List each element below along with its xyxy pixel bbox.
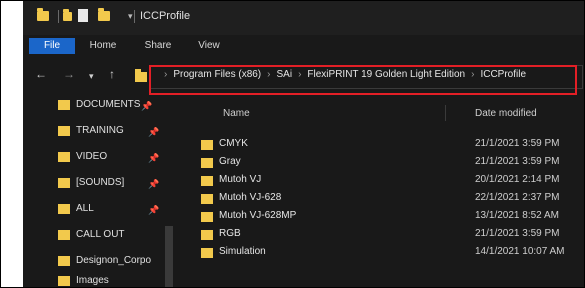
folder-icon bbox=[201, 158, 213, 168]
column-header-date-modified[interactable]: Date modified bbox=[475, 108, 537, 119]
annotation-highlight-box bbox=[149, 65, 577, 95]
table-row[interactable]: Simulation 14/1/2021 10:07 AM bbox=[201, 244, 581, 264]
sidebar-item-label: TRAINING bbox=[76, 125, 124, 136]
sidebar-item-label: ALL bbox=[76, 203, 94, 214]
folder-icon bbox=[135, 69, 147, 82]
tab-share[interactable]: Share bbox=[138, 38, 178, 54]
folder-icon bbox=[58, 230, 70, 240]
folder-icon bbox=[201, 230, 213, 240]
pin-icon[interactable]: 📌 bbox=[148, 205, 159, 216]
document-icon[interactable] bbox=[78, 9, 88, 22]
table-row[interactable]: Mutoh VJ-628 22/1/2021 2:37 PM bbox=[201, 190, 581, 210]
file-list: Name Date modified CMYK 21/1/2021 3:59 P… bbox=[173, 93, 584, 287]
chevron-down-icon[interactable]: ▾ bbox=[128, 11, 133, 22]
folder-icon bbox=[37, 8, 49, 21]
file-name: CMYK bbox=[219, 138, 248, 149]
sidebar-item-label: CALL OUT bbox=[76, 229, 125, 240]
table-row[interactable]: Mutoh VJ 20/1/2021 2:14 PM bbox=[201, 172, 581, 192]
title-bar-divider bbox=[134, 10, 135, 23]
pin-icon[interactable]: 📌 bbox=[141, 101, 152, 112]
pin-icon[interactable]: 📌 bbox=[148, 127, 159, 138]
properties-icon[interactable] bbox=[63, 9, 72, 21]
file-name: RGB bbox=[219, 228, 241, 239]
sidebar-item-label: VIDEO bbox=[76, 151, 108, 162]
folder-icon bbox=[201, 212, 213, 222]
folder-icon bbox=[58, 178, 70, 188]
tab-file[interactable]: File bbox=[29, 38, 75, 54]
file-name: Mutoh VJ-628 bbox=[219, 192, 282, 203]
column-divider[interactable] bbox=[445, 105, 446, 121]
folder-icon bbox=[58, 152, 70, 162]
file-date: 22/1/2021 2:37 PM bbox=[475, 192, 560, 203]
column-header-name[interactable]: Name bbox=[223, 108, 250, 119]
back-arrow-icon[interactable]: ← bbox=[35, 68, 47, 80]
table-row[interactable]: CMYK 21/1/2021 3:59 PM bbox=[201, 136, 581, 156]
file-date: 20/1/2021 2:14 PM bbox=[475, 174, 560, 185]
folder-icon bbox=[58, 276, 70, 286]
folder-icon bbox=[201, 248, 213, 258]
sidebar-item-label: DOCUMENTS bbox=[76, 99, 141, 110]
pin-icon[interactable]: 📌 bbox=[148, 179, 159, 190]
folder-icon bbox=[58, 126, 70, 136]
up-arrow-icon[interactable]: ↑ bbox=[109, 68, 115, 80]
tab-view[interactable]: View bbox=[191, 38, 227, 54]
folder-icon bbox=[58, 256, 70, 266]
navigation-scrollbar-thumb[interactable] bbox=[165, 226, 173, 287]
sidebar-item-label: Images bbox=[76, 275, 109, 286]
file-date: 13/1/2021 8:52 AM bbox=[475, 210, 559, 221]
file-date: 21/1/2021 3:59 PM bbox=[475, 228, 560, 239]
sidebar-item-label: [SOUNDS] bbox=[76, 177, 125, 188]
file-name: Simulation bbox=[219, 246, 266, 257]
window-title: ICCProfile bbox=[140, 10, 191, 22]
folder-icon bbox=[201, 176, 213, 186]
file-date: 21/1/2021 3:59 PM bbox=[475, 138, 560, 149]
tab-home[interactable]: Home bbox=[83, 38, 123, 54]
file-date: 21/1/2021 3:59 PM bbox=[475, 156, 560, 167]
ribbon-tabs: File Home Share View bbox=[23, 35, 584, 55]
folder-icon bbox=[201, 140, 213, 150]
file-explorer-window: ▾ ICCProfile File Home Share View ← → ▾ … bbox=[23, 1, 584, 287]
forward-arrow-icon[interactable]: → bbox=[63, 68, 75, 80]
table-row[interactable]: Gray 21/1/2021 3:59 PM bbox=[201, 154, 581, 174]
sidebar-item-label: Designon_Corpo bbox=[76, 255, 152, 266]
file-date: 14/1/2021 10:07 AM bbox=[475, 246, 565, 257]
recent-locations-icon[interactable]: ▾ bbox=[89, 70, 94, 82]
folder-icon bbox=[201, 194, 213, 204]
new-folder-icon[interactable] bbox=[98, 8, 110, 21]
folder-icon bbox=[58, 100, 70, 110]
table-row[interactable]: RGB 21/1/2021 3:59 PM bbox=[201, 226, 581, 246]
title-bar: ▾ ICCProfile bbox=[23, 1, 584, 35]
folder-icon bbox=[58, 204, 70, 214]
file-name: Mutoh VJ-628MP bbox=[219, 210, 297, 221]
file-name: Mutoh VJ bbox=[219, 174, 262, 185]
title-bar-divider bbox=[58, 10, 59, 23]
navigation-pane: DOCUMENTS 📌 TRAINING 📌 VIDEO 📌 [SOUNDS] … bbox=[23, 93, 173, 287]
table-row[interactable]: Mutoh VJ-628MP 13/1/2021 8:52 AM bbox=[201, 208, 581, 228]
file-name: Gray bbox=[219, 156, 241, 167]
pin-icon[interactable]: 📌 bbox=[148, 153, 159, 164]
